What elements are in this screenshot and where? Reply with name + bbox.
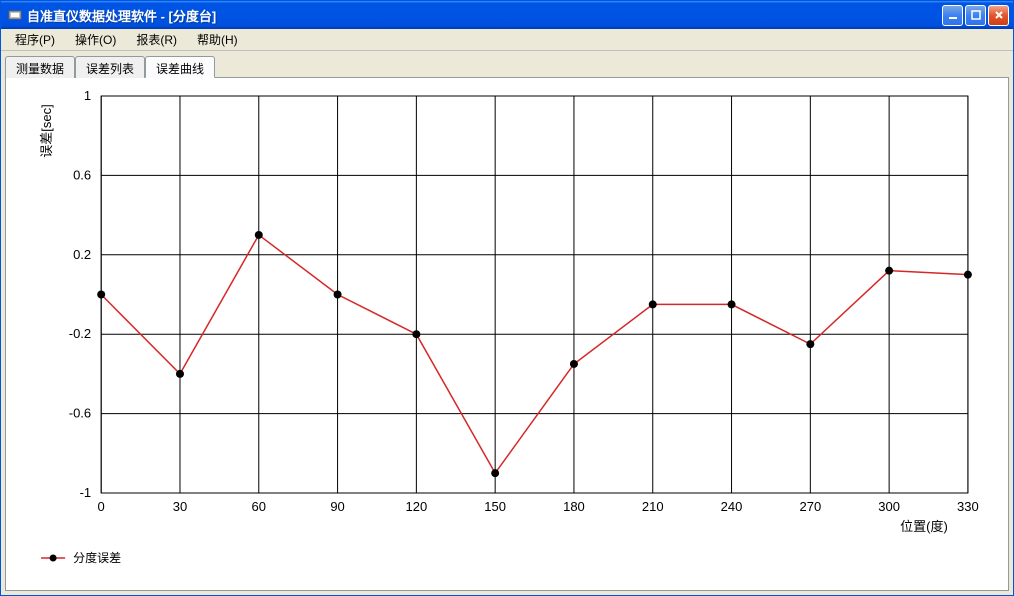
tab-panel: 0 30 60 90 120 150 180 210 240 270 300 330 -1 -0.6 -0.… [5, 77, 1009, 591]
tab-measure-data[interactable]: 测量数据 [5, 56, 75, 78]
tab-error-list[interactable]: 误差列表 [75, 56, 145, 78]
svg-text:误差[sec]: 误差[sec] [39, 104, 54, 157]
svg-text:-0.2: -0.2 [69, 326, 91, 341]
content-area: 测量数据 误差列表 误差曲线 0 30 60 90 120 150 180 210 240 270… [1, 51, 1013, 595]
svg-text:330: 330 [957, 499, 979, 514]
window-title: 自准直仪数据处理软件 - [分度台] [27, 6, 942, 25]
maximize-button[interactable] [965, 5, 986, 26]
minimize-button[interactable] [942, 5, 963, 26]
svg-text:0: 0 [98, 499, 105, 514]
menu-operate[interactable]: 操作(O) [65, 29, 126, 50]
svg-text:300: 300 [878, 499, 900, 514]
svg-text:120: 120 [406, 499, 428, 514]
error-curve-chart: 0 30 60 90 120 150 180 210 240 270 300 330 -1 -0.6 -0.… [6, 78, 1008, 590]
svg-text:-1: -1 [80, 485, 92, 500]
svg-text:270: 270 [799, 499, 821, 514]
menu-help[interactable]: 帮助(H) [187, 29, 248, 50]
tab-error-curve[interactable]: 误差曲线 [145, 56, 215, 78]
window-controls [942, 5, 1009, 26]
svg-text:240: 240 [721, 499, 743, 514]
chart-container: 0 30 60 90 120 150 180 210 240 270 300 330 -1 -0.6 -0.… [6, 78, 1008, 590]
menu-report[interactable]: 报表(R) [126, 29, 187, 50]
svg-text:30: 30 [173, 499, 187, 514]
titlebar: 自准直仪数据处理软件 - [分度台] [1, 1, 1013, 29]
svg-text:180: 180 [563, 499, 585, 514]
close-button[interactable] [988, 5, 1009, 26]
svg-text:1: 1 [84, 88, 91, 103]
svg-text:150: 150 [484, 499, 506, 514]
app-icon [7, 7, 23, 23]
app-window: 自准直仪数据处理软件 - [分度台] 程序(P) 操作(O) 报表(R) 帮助(… [0, 0, 1014, 596]
tab-strip: 测量数据 误差列表 误差曲线 [5, 55, 1009, 77]
svg-text:-0.6: -0.6 [69, 406, 91, 421]
menubar: 程序(P) 操作(O) 报表(R) 帮助(H) [1, 29, 1013, 51]
svg-text:210: 210 [642, 499, 664, 514]
svg-text:0.6: 0.6 [73, 167, 91, 182]
svg-text:90: 90 [330, 499, 344, 514]
svg-text:60: 60 [252, 499, 266, 514]
svg-text:0.2: 0.2 [73, 247, 91, 262]
svg-text:分度误差: 分度误差 [73, 550, 121, 565]
svg-text:位置(度): 位置(度) [900, 519, 948, 534]
menu-program[interactable]: 程序(P) [5, 29, 65, 50]
